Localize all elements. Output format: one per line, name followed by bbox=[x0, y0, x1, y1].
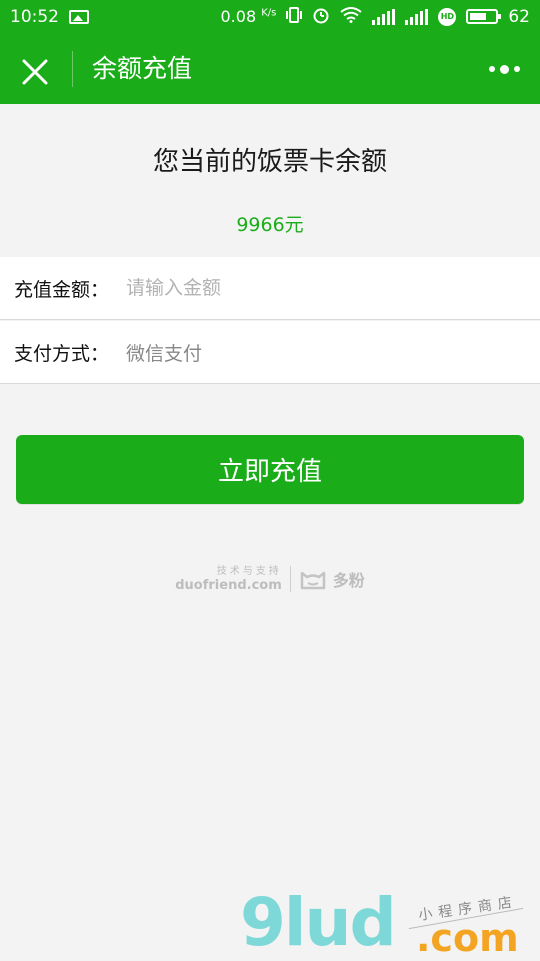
more-menu-button[interactable] bbox=[484, 59, 524, 79]
vibrate-icon bbox=[286, 6, 303, 27]
balance-heading: 您当前的饭票卡余额 bbox=[152, 147, 387, 177]
support-domain: duofriend.com bbox=[175, 577, 282, 593]
payment-method-row[interactable]: 支付方式： 微信支付 bbox=[0, 321, 540, 384]
navigation-bar: 余额充值 bbox=[0, 33, 540, 104]
hd-icon: HD bbox=[438, 7, 457, 26]
battery-icon bbox=[466, 9, 502, 24]
cat-logo-icon bbox=[300, 571, 325, 590]
watermark-suffix: .com bbox=[416, 916, 519, 960]
wifi-icon bbox=[340, 7, 362, 26]
battery-level: 62 bbox=[508, 6, 530, 27]
page-title: 余额充值 bbox=[92, 54, 193, 83]
more-dot-icon bbox=[513, 66, 520, 72]
close-icon bbox=[22, 59, 48, 85]
amount-row: 充值金额： bbox=[0, 257, 540, 320]
net-speed-value: 0.08 bbox=[220, 7, 257, 26]
payment-method-value[interactable]: 微信支付 bbox=[126, 339, 202, 366]
more-dot-icon bbox=[499, 64, 509, 74]
watermark-logo: 9lud bbox=[240, 884, 397, 961]
net-speed-unit: K/s bbox=[261, 7, 277, 19]
net-speed: 0.08 K/s bbox=[221, 7, 277, 26]
status-bar: 10:52 0.08 K/s HD 62 bbox=[0, 0, 540, 33]
payment-method-label: 支付方式： bbox=[14, 342, 110, 365]
image-icon bbox=[69, 9, 89, 24]
support-footer: 技术与支持 duofriend.com 多粉 bbox=[0, 566, 540, 592]
recharge-button[interactable]: 立即充值 bbox=[16, 435, 524, 504]
balance-amount: 9966元 bbox=[236, 214, 304, 236]
nav-divider bbox=[72, 51, 73, 87]
watermark: 9lud 小程序商店 .com bbox=[240, 890, 540, 960]
support-brand-name: 多粉 bbox=[332, 571, 365, 590]
support-label: 技术与支持 bbox=[216, 565, 282, 577]
amount-input[interactable] bbox=[126, 277, 506, 299]
amount-label: 充值金额： bbox=[14, 278, 110, 301]
status-time: 10:52 bbox=[10, 6, 59, 27]
more-dot-icon bbox=[488, 66, 495, 72]
signal-4g-icon bbox=[372, 8, 396, 25]
signal-icon bbox=[405, 8, 429, 25]
alarm-icon bbox=[312, 6, 330, 27]
support-divider bbox=[289, 566, 291, 592]
close-button[interactable] bbox=[18, 55, 52, 89]
